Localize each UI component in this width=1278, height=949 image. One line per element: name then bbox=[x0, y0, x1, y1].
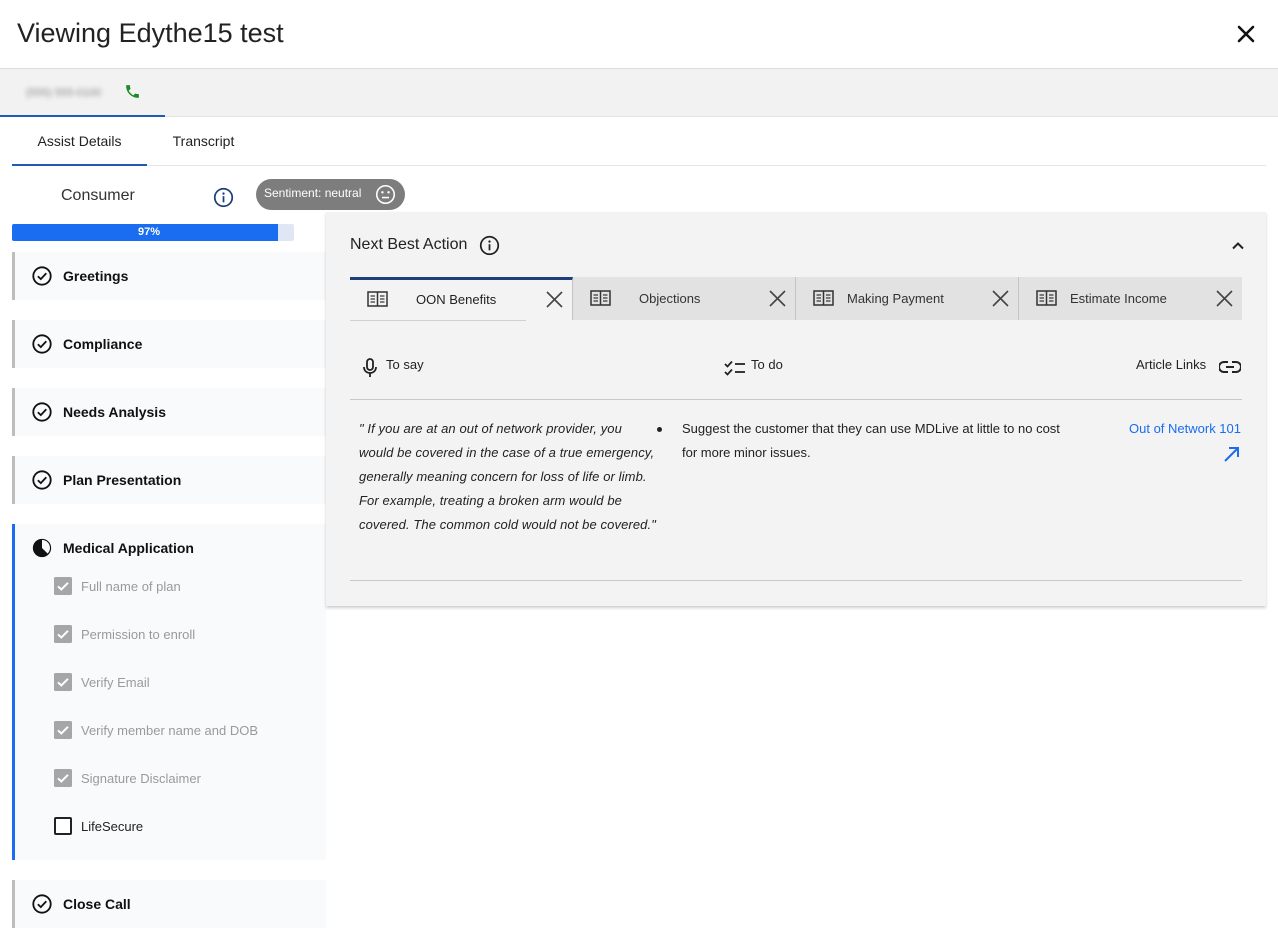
category-tab-estimate-income[interactable]: Estimate Income bbox=[1019, 277, 1242, 320]
tab-transcript[interactable]: Transcript bbox=[147, 118, 260, 166]
section-title: Greetings bbox=[63, 268, 129, 284]
next-best-action-panel: Next Best Action OON Benefits Objections… bbox=[326, 212, 1266, 606]
checklist-icon bbox=[724, 360, 745, 376]
category-label: Objections bbox=[639, 291, 701, 306]
section-close-call[interactable]: Close Call bbox=[12, 880, 326, 928]
call-tab[interactable]: (555) 555-0100 bbox=[0, 69, 165, 117]
dialog-title: Viewing Edythe15 test bbox=[17, 18, 284, 48]
tab-assist-details[interactable]: Assist Details bbox=[12, 118, 147, 166]
section-plan-presentation[interactable]: Plan Presentation bbox=[12, 456, 326, 504]
section-needs-analysis[interactable]: Needs Analysis bbox=[12, 388, 326, 436]
consumer-label: Consumer bbox=[61, 187, 135, 204]
checklist-item-label: LifeSecure bbox=[81, 819, 144, 834]
progress-text: 97% bbox=[137, 226, 161, 238]
check-circle-icon bbox=[32, 334, 52, 354]
section-greetings[interactable]: Greetings bbox=[12, 252, 326, 300]
article-links-header: Article Links bbox=[1136, 357, 1207, 372]
close-icon[interactable] bbox=[1215, 289, 1234, 308]
to-say-header: To say bbox=[386, 357, 424, 372]
section-medical-application[interactable]: Medical Application Full name of plan Pe… bbox=[12, 524, 326, 860]
category-label: Estimate Income bbox=[1070, 291, 1167, 306]
detail-tabs: Assist Details Transcript bbox=[12, 118, 1266, 166]
checkbox-checked-icon[interactable] bbox=[54, 721, 72, 739]
divider bbox=[350, 580, 1242, 581]
to-say-script: " If you are at an out of network provid… bbox=[359, 421, 656, 532]
dialog-header: Viewing Edythe15 test bbox=[0, 0, 1278, 69]
neutral-face-icon bbox=[375, 184, 396, 205]
category-tab-objections[interactable]: Objections bbox=[573, 277, 796, 320]
tab-divider bbox=[350, 320, 526, 321]
category-tab-oon-benefits[interactable]: OON Benefits bbox=[350, 277, 573, 321]
section-title: Compliance bbox=[63, 336, 143, 352]
microphone-icon bbox=[363, 358, 377, 377]
category-tabs: OON Benefits Objections Making Payment E… bbox=[350, 277, 1242, 321]
checklist-item-label: Verify member name and DOB bbox=[81, 723, 259, 738]
close-icon[interactable] bbox=[545, 290, 564, 309]
call-bar: (555) 555-0100 bbox=[0, 69, 1278, 117]
info-icon[interactable] bbox=[479, 235, 500, 256]
checkbox-checked-icon[interactable] bbox=[54, 769, 72, 787]
checkbox-checked-icon[interactable] bbox=[54, 625, 72, 643]
chevron-up-icon[interactable] bbox=[1230, 238, 1246, 254]
section-title: Close Call bbox=[63, 896, 131, 912]
sentiment-label: Sentiment: neutral bbox=[264, 186, 362, 200]
category-tab-making-payment[interactable]: Making Payment bbox=[796, 277, 1019, 320]
checklist-item-label: Permission to enroll bbox=[81, 627, 196, 642]
info-icon[interactable] bbox=[213, 187, 234, 208]
caller-number: (555) 555-0100 bbox=[26, 87, 102, 99]
phone-icon bbox=[126, 85, 139, 98]
section-title: Needs Analysis bbox=[63, 404, 166, 420]
progress-pie-icon bbox=[32, 538, 52, 558]
close-icon[interactable] bbox=[991, 289, 1010, 308]
bullet bbox=[657, 427, 662, 432]
section-title: Plan Presentation bbox=[63, 472, 182, 488]
link-icon bbox=[1219, 361, 1241, 373]
checklist-item-label: Verify Email bbox=[81, 675, 150, 690]
to-do-item: Suggest the customer that they can use M… bbox=[682, 421, 1060, 460]
nba-title: Next Best Action bbox=[350, 236, 468, 253]
section-title: Medical Application bbox=[63, 540, 194, 556]
to-do-header: To do bbox=[751, 357, 783, 372]
category-label: OON Benefits bbox=[416, 292, 497, 307]
book-icon bbox=[813, 290, 834, 306]
check-circle-icon bbox=[32, 470, 52, 490]
article-link[interactable]: Out of Network 101 bbox=[1129, 417, 1241, 441]
book-icon bbox=[1036, 290, 1057, 306]
divider bbox=[350, 399, 1242, 400]
open-external-arrow-icon[interactable] bbox=[1223, 445, 1241, 463]
category-label: Making Payment bbox=[847, 291, 944, 306]
sentiment-badge: Sentiment: neutral bbox=[256, 179, 405, 210]
check-circle-icon bbox=[32, 266, 52, 286]
checklist-item-label: Signature Disclaimer bbox=[81, 771, 201, 786]
close-icon bbox=[1237, 25, 1255, 43]
checklist-item-label: Full name of plan bbox=[81, 579, 181, 594]
close-button[interactable] bbox=[1234, 20, 1258, 48]
checkbox-checked-icon[interactable] bbox=[54, 577, 72, 595]
check-circle-icon bbox=[32, 402, 52, 422]
section-compliance[interactable]: Compliance bbox=[12, 320, 326, 368]
book-icon bbox=[367, 291, 388, 307]
progress-bar: 97% bbox=[12, 224, 294, 241]
book-icon bbox=[590, 290, 611, 306]
close-icon[interactable] bbox=[768, 289, 787, 308]
check-circle-icon bbox=[32, 894, 52, 914]
checkbox-checked-icon[interactable] bbox=[54, 673, 72, 691]
checkbox-unchecked-icon[interactable] bbox=[54, 817, 72, 835]
